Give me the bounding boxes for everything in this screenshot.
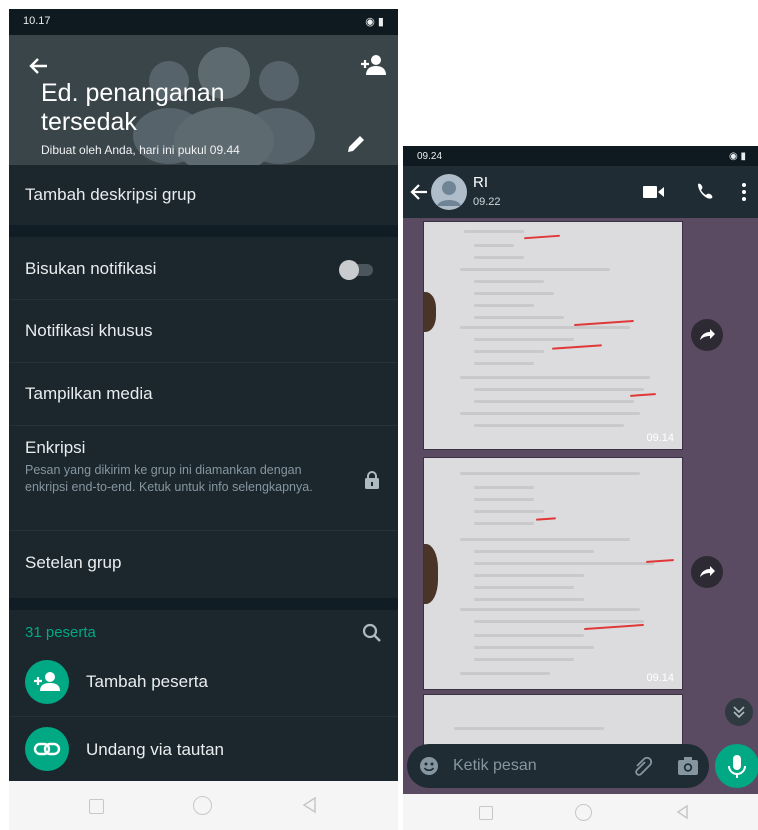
recents-button-icon[interactable] (89, 799, 104, 814)
message-input-bar: Ketik pesan (407, 744, 709, 788)
camera-icon[interactable] (677, 756, 699, 776)
recents-button-icon[interactable] (479, 806, 493, 820)
forward-button-1[interactable] (691, 319, 723, 351)
add-participant-row[interactable]: Tambah peserta (9, 650, 398, 717)
back-button-icon[interactable] (675, 804, 689, 820)
image-message-1[interactable]: 09.14 (423, 221, 683, 450)
group-name: Ed. penanganan tersedak (41, 79, 225, 136)
image-message-2[interactable]: 09.14 (423, 457, 683, 690)
back-button-icon[interactable] (301, 796, 317, 814)
status-bar: 10.17 ◉ ▮ (9, 9, 398, 35)
edit-pencil-icon[interactable] (345, 133, 367, 155)
link-icon (33, 742, 61, 756)
encryption-title: Enkripsi (25, 438, 86, 457)
android-nav-bar (9, 781, 398, 830)
voice-call-icon[interactable] (695, 182, 713, 200)
status-time: 09.24 (417, 151, 443, 162)
group-created-info: Dibuat oleh Anda, hari ini pukul 09.44 (41, 143, 240, 157)
mute-notifications-row[interactable]: Bisukan notifikasi (9, 237, 398, 300)
forward-button-2[interactable] (691, 556, 723, 588)
encryption-description: Pesan yang dikirim ke grup ini diamankan… (25, 463, 313, 494)
participants-section: 31 peserta Tambah peserta Undang via tau… (9, 610, 398, 782)
hand-in-photo (424, 292, 436, 332)
status-time: 10.17 (23, 15, 51, 27)
custom-notifications-row[interactable]: Notifikasi khusus (9, 300, 398, 363)
invite-link-avatar (25, 727, 69, 771)
contact-avatar[interactable] (431, 174, 467, 210)
status-bar: 09.24 ◉ ▮ (403, 146, 758, 166)
android-nav-bar (403, 794, 758, 830)
attach-icon[interactable] (633, 756, 655, 776)
add-description-row[interactable]: Tambah deskripsi grup (9, 165, 398, 225)
forward-arrow-icon (700, 566, 715, 577)
group-settings-label: Setelan grup (25, 553, 122, 572)
mute-toggle-knob (339, 260, 359, 280)
add-participant-icon[interactable] (359, 53, 387, 77)
mute-notifications-label: Bisukan notifikasi (25, 259, 157, 278)
last-seen: 09.22 (473, 196, 501, 208)
double-chevron-down-icon (733, 706, 745, 719)
video-call-icon[interactable] (643, 184, 665, 200)
microphone-icon (728, 755, 746, 778)
media-label: Tampilkan media (25, 384, 153, 403)
back-arrow-icon[interactable] (27, 55, 49, 77)
search-icon[interactable] (362, 623, 382, 643)
participant-count: 31 peserta (25, 624, 96, 641)
menu-dots-icon[interactable] (741, 182, 747, 202)
group-header: Ed. penanganan tersedak Dibuat oleh Anda… (9, 35, 398, 165)
voice-message-button[interactable] (715, 744, 758, 788)
avatar-image-icon (437, 181, 461, 206)
message-input[interactable]: Ketik pesan (453, 757, 537, 775)
home-button-icon[interactable] (193, 796, 212, 815)
settings-section: Bisukan notifikasi Notifikasi khusus Tam… (9, 237, 398, 598)
invite-link-row[interactable]: Undang via tautan (9, 717, 398, 782)
contact-name[interactable]: RI (473, 174, 488, 191)
status-icons: ◉ ▮ (365, 16, 384, 28)
lock-icon (365, 471, 379, 489)
message-time: 09.14 (646, 432, 674, 444)
encryption-row[interactable]: Enkripsi Pesan yang dikirim ke grup ini … (9, 426, 398, 531)
group-settings-row[interactable]: Setelan grup (9, 531, 398, 597)
chat-screen: 09.24 ◉ ▮ RI 09.22 09.14 09.14 Ketik pes… (403, 146, 758, 830)
message-time: 09.14 (646, 672, 674, 684)
add-description-label: Tambah deskripsi grup (25, 185, 197, 204)
forward-arrow-icon (700, 329, 715, 340)
invite-link-label: Undang via tautan (86, 740, 224, 759)
emoji-icon[interactable] (419, 756, 439, 776)
add-participant-label: Tambah peserta (86, 672, 208, 691)
scroll-down-button[interactable] (725, 698, 753, 726)
media-row[interactable]: Tampilkan media (9, 363, 398, 426)
back-arrow-icon[interactable] (409, 182, 429, 202)
group-info-screen: 10.17 ◉ ▮ Ed. penanganan tersedak Dibuat… (9, 9, 398, 830)
home-button-icon[interactable] (575, 804, 592, 821)
chat-header: RI 09.22 (403, 166, 758, 218)
custom-notifications-label: Notifikasi khusus (25, 321, 153, 340)
add-participant-avatar (25, 660, 69, 704)
status-icons: ◉ ▮ (728, 151, 746, 162)
person-add-icon (34, 672, 60, 691)
hand-in-photo (424, 544, 438, 604)
